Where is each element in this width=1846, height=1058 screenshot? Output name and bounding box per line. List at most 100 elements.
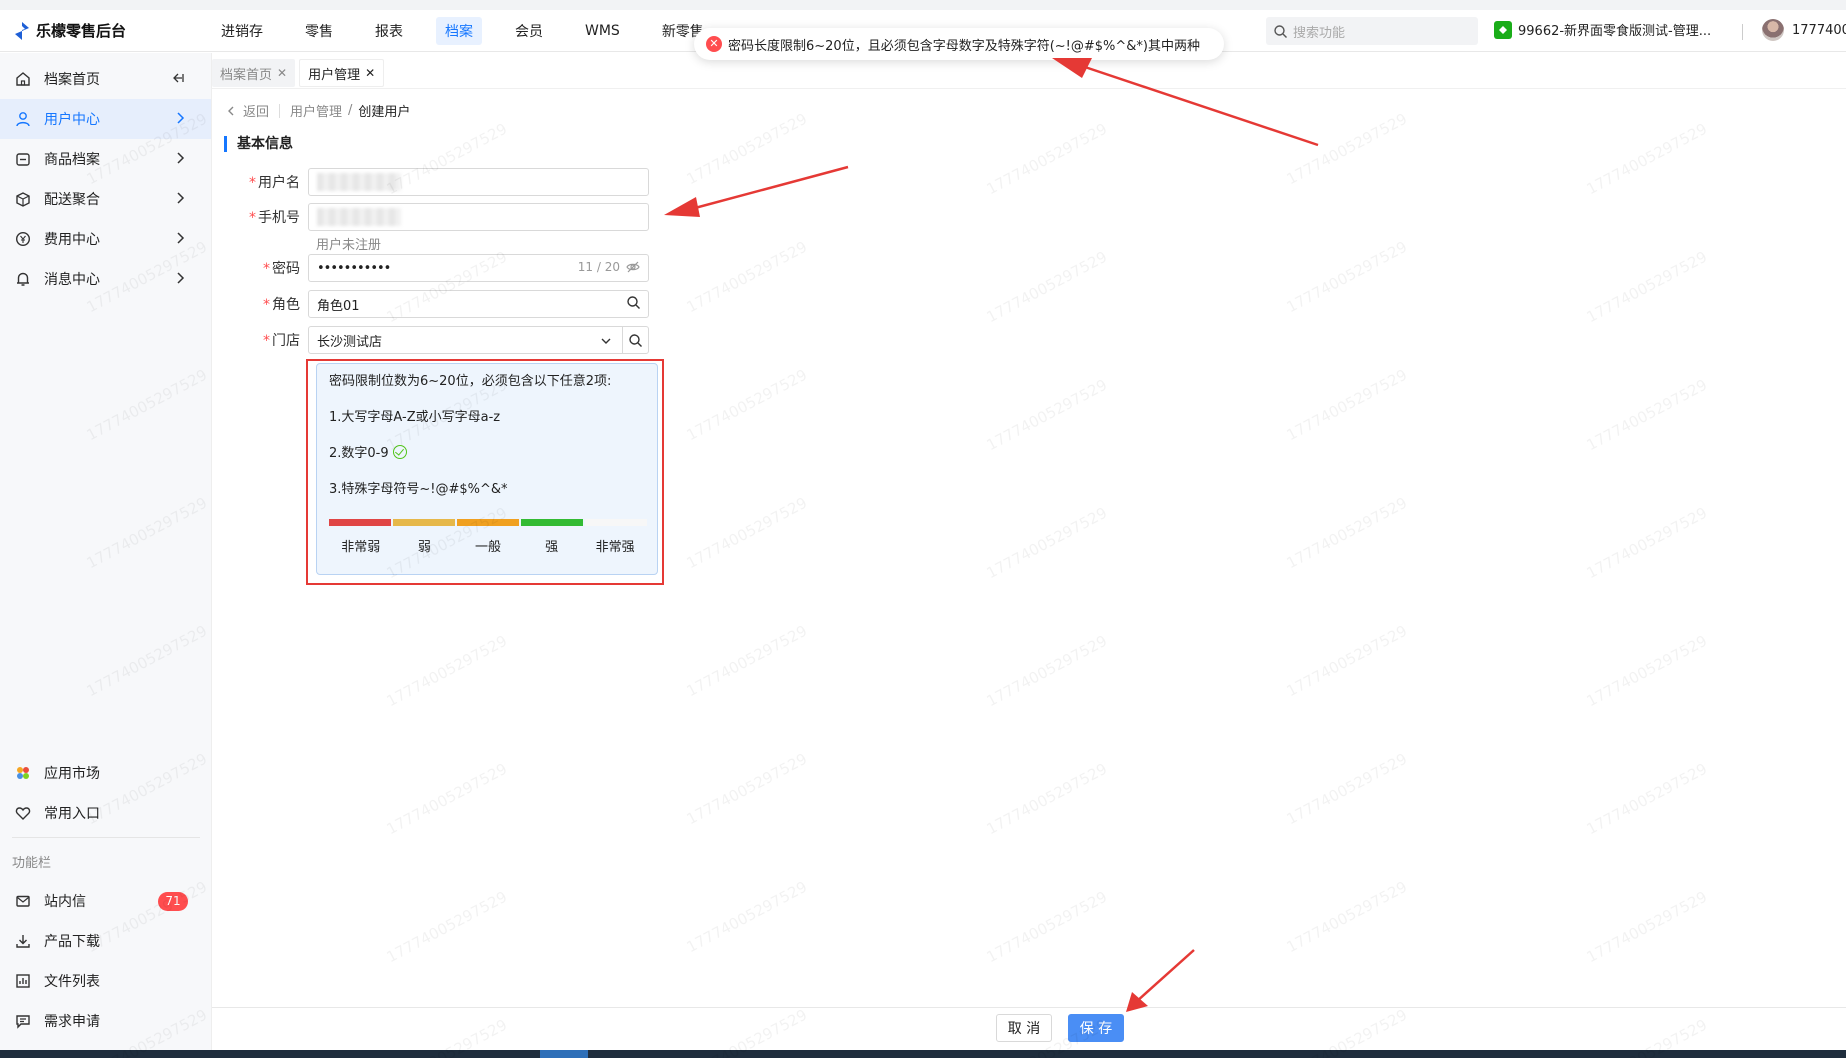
strength-label: 强 (545, 540, 559, 555)
user-menu[interactable]: 1777400 (1762, 19, 1846, 41)
sidebar-item-message-center[interactable]: 消息中心 (0, 259, 211, 299)
breadcrumb-parent[interactable]: 用户管理 (290, 101, 342, 120)
watermark-text: 17774005297529 (683, 749, 811, 829)
role-label: * 角色 (263, 297, 300, 313)
close-icon[interactable]: ✕ (365, 66, 375, 80)
annotation-arrow-toast (1052, 58, 1319, 147)
strength-segment (457, 519, 519, 526)
tab-user-management[interactable]: 用户管理 ✕ (299, 59, 385, 87)
breadcrumb-separator: / (348, 103, 353, 118)
watermark-text: 17774005297529 (683, 877, 811, 957)
strength-segment (521, 519, 583, 526)
sidebar-item-app-market[interactable]: 应用市场 (0, 753, 212, 793)
store-search-button[interactable] (622, 327, 648, 353)
sidebar-item-delivery[interactable]: 配送聚合 (0, 179, 211, 219)
current-store[interactable]: 99662-新界面零食版测试-管理... (1494, 20, 1711, 39)
search-icon[interactable] (627, 296, 640, 309)
sidebar-item-label: 需求申请 (44, 1014, 100, 1030)
chevron-right-icon (175, 151, 185, 169)
save-button[interactable]: 保 存 (1068, 1014, 1124, 1042)
watermark-text: 17774005297529 (383, 887, 511, 967)
sidebar-item-file-list[interactable]: 文件列表 (0, 961, 212, 1001)
sidebar-item-label: 文件列表 (44, 974, 100, 990)
watermark-text: 17774005297529 (683, 237, 811, 317)
function-search-input[interactable]: 搜索功能 (1266, 17, 1478, 45)
chevron-right-icon (175, 231, 185, 249)
watermark-text: 17774005297529 (1583, 119, 1711, 199)
watermark-text: 17774005297529 (1583, 759, 1711, 839)
user-name: 1777400 (1792, 22, 1846, 38)
password-rules-title: 密码限制位数为6~20位，必须包含以下任意2项: (329, 374, 612, 389)
header-divider (1742, 24, 1743, 40)
sidebar-item-request[interactable]: 需求申请 (0, 1001, 212, 1041)
error-icon: ✕ (706, 36, 722, 52)
nav-dangan[interactable]: 档案 (436, 16, 482, 45)
phone-field[interactable] (308, 203, 649, 231)
sidebar-item-label: 档案首页 (44, 72, 100, 88)
watermark-text: 17774005297529 (983, 887, 1111, 967)
nav-wms[interactable]: WMS (576, 19, 629, 43)
watermark-text: 17774005297529 (1583, 375, 1711, 455)
password-rule-letters: 1.大写字母A-Z或小写字母a-z (329, 410, 501, 425)
sidebar-item-archive-home[interactable]: 档案首页 (0, 59, 211, 99)
sidebar-item-user-center[interactable]: 用户中心 (0, 99, 211, 139)
sidebar-item-label: 消息中心 (44, 272, 100, 288)
nav-lingshou[interactable]: 零售 (296, 17, 342, 45)
home-icon (14, 70, 32, 88)
annotation-arrow-phone (664, 165, 849, 217)
fee-icon (14, 230, 32, 248)
nav-huiyuan[interactable]: 会员 (506, 17, 552, 45)
sidebar-item-inbox[interactable]: 站内信 71 (0, 881, 212, 921)
strength-segment (585, 519, 647, 526)
eye-off-icon[interactable] (626, 260, 640, 274)
annotation-arrows (664, 58, 1319, 1012)
phone-row: * 手机号 (236, 202, 656, 232)
back-button[interactable]: 返回 (225, 101, 269, 120)
store-icon (1494, 20, 1512, 39)
page-tabs: 档案首页 ✕ 用户管理 ✕ (212, 58, 388, 88)
sidebar-item-goods-archive[interactable]: 商品档案 (0, 139, 211, 179)
chevron-down-icon[interactable] (600, 335, 612, 347)
password-field[interactable]: ••••••••••• 11 / 20 (308, 254, 649, 282)
sidebar-item-favorites[interactable]: 常用入口 (0, 793, 212, 833)
chevron-right-icon (175, 271, 185, 289)
toast-message: 密码长度限制6~20位，且必须包含字母数字及特殊字符(~!@#$%^&*)其中两… (728, 38, 1200, 54)
function-bar-label: 功能栏 (12, 856, 52, 871)
chevron-left-icon (228, 106, 234, 115)
store-select[interactable]: 长沙测试店 (308, 326, 649, 354)
nav-jinxiaocun[interactable]: 进销存 (212, 17, 272, 45)
sidebar-item-label: 常用入口 (44, 806, 100, 822)
search-placeholder: 搜索功能 (1293, 25, 1346, 41)
phone-label: * 手机号 (249, 210, 300, 226)
role-row: * 角色 角色01 (236, 289, 656, 319)
nav-baobiao[interactable]: 报表 (366, 17, 412, 45)
download-icon (14, 932, 32, 950)
password-rule-digits: 2.数字0-9 (329, 444, 645, 480)
tab-archive-home[interactable]: 档案首页 ✕ (212, 59, 296, 87)
search-icon (629, 333, 642, 347)
sidebar-item-label: 产品下载 (44, 934, 100, 950)
watermark-text: 17774005297529 (983, 631, 1111, 711)
cancel-button[interactable]: 取 消 (996, 1014, 1052, 1042)
sidebar-item-fee-center[interactable]: 费用中心 (0, 219, 211, 259)
password-label: * 密码 (263, 261, 300, 277)
sidebar-item-label: 费用中心 (44, 232, 100, 248)
strength-label: 一般 (474, 540, 501, 555)
close-icon[interactable]: ✕ (277, 66, 287, 80)
username-label: * 用户名 (249, 175, 300, 191)
username-field[interactable] (308, 168, 649, 196)
sidebar: 档案首页 用户中心 商品档案 配送聚合 费用中心 消息中心 应用市场 常用入口 (0, 53, 212, 1050)
strength-label: 非常强 (595, 540, 635, 555)
role-field[interactable]: 角色01 (308, 290, 649, 318)
sidebar-item-product-download[interactable]: 产品下载 (0, 921, 212, 961)
app-logo[interactable]: 乐檬零售后台 (0, 20, 212, 41)
watermark-text: 17774005297529 (383, 759, 511, 839)
store-value: 长沙测试店 (317, 334, 383, 350)
sidebar-item-label: 应用市场 (44, 766, 100, 782)
collapse-sidebar-icon[interactable] (171, 71, 185, 89)
tab-label: 用户管理 (308, 67, 361, 83)
watermark-text: 17774005297529 (1283, 877, 1411, 957)
password-row: * 密码 ••••••••••• 11 / 20 (236, 253, 656, 283)
watermark-text: 17774005297529 (1583, 503, 1711, 583)
strength-label: 弱 (417, 540, 431, 555)
